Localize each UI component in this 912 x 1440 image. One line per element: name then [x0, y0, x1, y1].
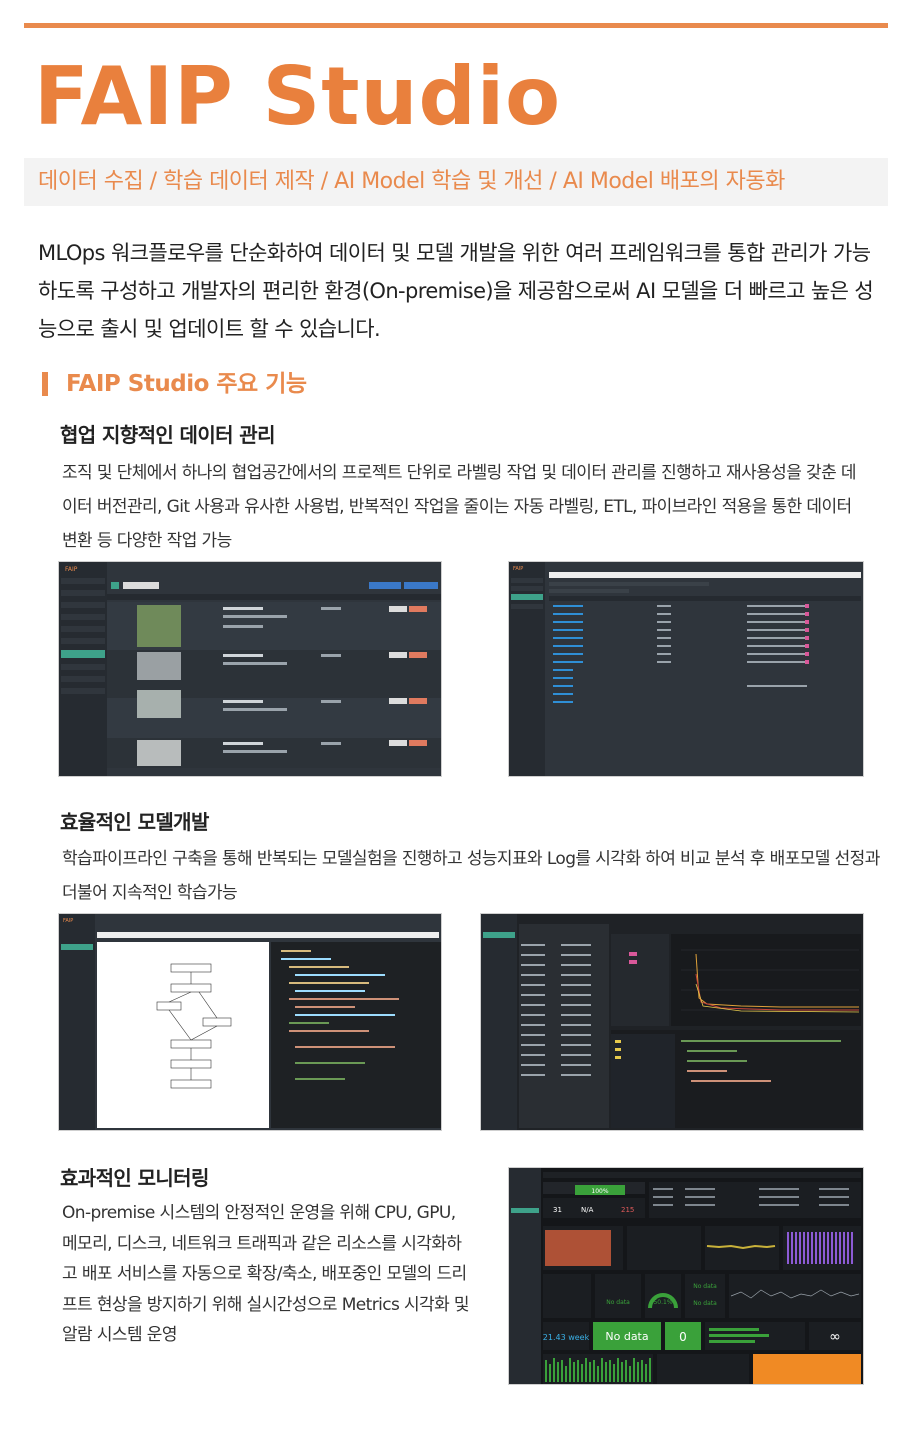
gauge-no-data-1: No data: [606, 1299, 630, 1306]
screenshot-dataset-files: FAIP: [508, 561, 864, 777]
screenshot-pipeline-editor: FAIP: [58, 913, 442, 1131]
screenshot-labeling-tasks: FAIP: [58, 561, 442, 777]
big-no-data: No data: [605, 1330, 648, 1343]
intro-paragraph: MLOps 워크플로우를 단순화하여 데이터 및 모델 개발을 위한 여러 프레…: [38, 241, 874, 341]
feature-description-model-development: 학습파이프라인 구축을 통해 반복되는 모델실험을 진행하고 성능지표와 Log…: [62, 849, 880, 903]
page-title: FAIP Studio: [34, 50, 562, 143]
gauge-no-data-3: No data: [693, 1300, 717, 1307]
section-heading-text: FAIP Studio 주요 기능: [66, 371, 307, 397]
stat-value: 215: [621, 1206, 634, 1214]
screenshot-monitoring-dashboard: 100% 31 N/A 215 No data 50.1% No data No…: [508, 1167, 864, 1385]
gauge-no-data-2: No data: [693, 1283, 717, 1290]
stat-na: N/A: [581, 1206, 594, 1214]
subtitle-banner: 데이터 수집 / 학습 데이터 제작 / AI Model 학습 및 개선 / …: [24, 158, 888, 206]
app-logo: FAIP: [63, 918, 73, 924]
stat-count: 31: [553, 1206, 562, 1214]
feature-description-data-management: 조직 및 단체에서 하나의 협업공간에서의 프로젝트 단위로 라벨링 작업 및 …: [62, 463, 857, 551]
gauge-percent: 50.1%: [653, 1299, 672, 1306]
stat-percent: 100%: [591, 1188, 608, 1195]
top-accent-line: [24, 23, 888, 28]
app-logo: FAIP: [513, 566, 523, 572]
subtitle-text: 데이터 수집 / 학습 데이터 제작 / AI Model 학습 및 개선 / …: [38, 169, 785, 194]
feature-description-monitoring: On-premise 시스템의 안정적인 운영을 위해 CPU, GPU, 메모…: [62, 1203, 470, 1345]
feature-title-data-management: 협업 지향적인 데이터 관리: [60, 423, 275, 447]
feature-title-model-development: 효율적인 모델개발: [60, 810, 209, 834]
uptime-value: 21.43 week: [543, 1333, 590, 1342]
screenshot-experiment-tracking: [480, 913, 864, 1131]
section-heading-bar: [42, 372, 48, 396]
feature-title-monitoring: 효과적인 모니터링: [60, 1166, 209, 1190]
big-infinity: ∞: [829, 1329, 841, 1345]
big-zero: 0: [679, 1330, 687, 1344]
app-logo: FAIP: [65, 566, 78, 573]
